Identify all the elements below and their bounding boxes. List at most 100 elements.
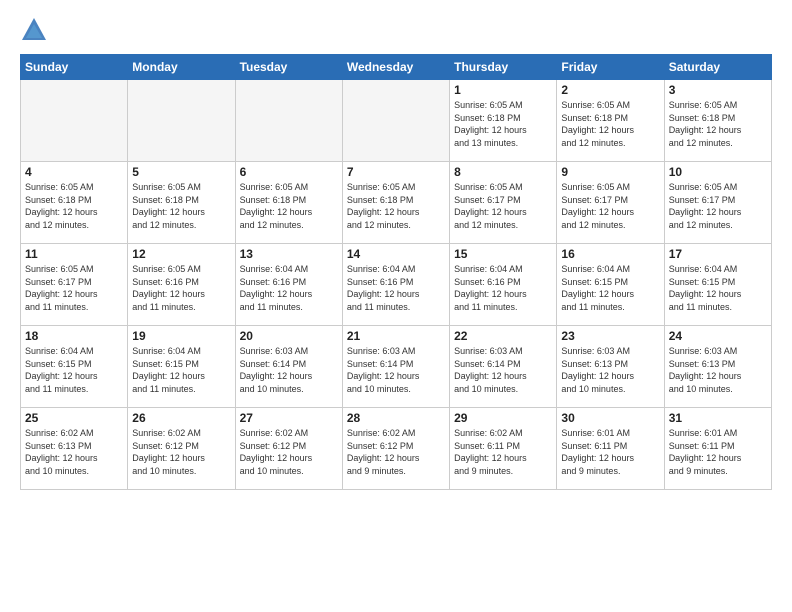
cell-info: Sunrise: 6:04 AM Sunset: 6:16 PM Dayligh… xyxy=(347,263,445,313)
day-number: 26 xyxy=(132,411,230,425)
day-number: 25 xyxy=(25,411,123,425)
weekday-header-tuesday: Tuesday xyxy=(235,55,342,80)
cell-info: Sunrise: 6:02 AM Sunset: 6:12 PM Dayligh… xyxy=(347,427,445,477)
day-number: 24 xyxy=(669,329,767,343)
page: SundayMondayTuesdayWednesdayThursdayFrid… xyxy=(0,0,792,612)
day-number: 17 xyxy=(669,247,767,261)
cell-info: Sunrise: 6:05 AM Sunset: 6:18 PM Dayligh… xyxy=(669,99,767,149)
calendar-cell: 8 Sunrise: 6:05 AM Sunset: 6:17 PM Daylig… xyxy=(450,162,557,244)
day-number: 21 xyxy=(347,329,445,343)
cell-info: Sunrise: 6:03 AM Sunset: 6:13 PM Dayligh… xyxy=(669,345,767,395)
day-number: 23 xyxy=(561,329,659,343)
week-row-1: 1 Sunrise: 6:05 AM Sunset: 6:18 PM Daylig… xyxy=(21,80,772,162)
cell-info: Sunrise: 6:04 AM Sunset: 6:16 PM Dayligh… xyxy=(240,263,338,313)
day-number: 7 xyxy=(347,165,445,179)
calendar-cell: 21 Sunrise: 6:03 AM Sunset: 6:14 PM Dayli… xyxy=(342,326,449,408)
cell-info: Sunrise: 6:04 AM Sunset: 6:15 PM Dayligh… xyxy=(132,345,230,395)
cell-info: Sunrise: 6:04 AM Sunset: 6:15 PM Dayligh… xyxy=(561,263,659,313)
calendar-cell xyxy=(342,80,449,162)
cell-info: Sunrise: 6:05 AM Sunset: 6:18 PM Dayligh… xyxy=(454,99,552,149)
day-number: 5 xyxy=(132,165,230,179)
weekday-header-friday: Friday xyxy=(557,55,664,80)
calendar-cell: 6 Sunrise: 6:05 AM Sunset: 6:18 PM Daylig… xyxy=(235,162,342,244)
day-number: 28 xyxy=(347,411,445,425)
cell-info: Sunrise: 6:01 AM Sunset: 6:11 PM Dayligh… xyxy=(669,427,767,477)
day-number: 18 xyxy=(25,329,123,343)
calendar-cell: 10Sunrise: 6:05 AM Sunset: 6:17 PM Dayli… xyxy=(664,162,771,244)
calendar-cell: 23 Sunrise: 6:03 AM Sunset: 6:13 PM Dayli… xyxy=(557,326,664,408)
cell-info: Sunrise: 6:05 AM Sunset: 6:18 PM Dayligh… xyxy=(561,99,659,149)
weekday-header-wednesday: Wednesday xyxy=(342,55,449,80)
calendar-cell: 27Sunrise: 6:02 AM Sunset: 6:12 PM Dayli… xyxy=(235,408,342,490)
calendar-cell: 26 Sunrise: 6:02 AM Sunset: 6:12 PM Dayli… xyxy=(128,408,235,490)
day-number: 12 xyxy=(132,247,230,261)
calendar-cell: 5 Sunrise: 6:05 AM Sunset: 6:18 PM Daylig… xyxy=(128,162,235,244)
calendar-cell: 7Sunrise: 6:05 AM Sunset: 6:18 PM Daylig… xyxy=(342,162,449,244)
calendar-cell xyxy=(128,80,235,162)
calendar-cell: 13 Sunrise: 6:04 AM Sunset: 6:16 PM Dayli… xyxy=(235,244,342,326)
week-row-3: 11Sunrise: 6:05 AM Sunset: 6:17 PM Dayli… xyxy=(21,244,772,326)
day-number: 29 xyxy=(454,411,552,425)
cell-info: Sunrise: 6:05 AM Sunset: 6:18 PM Dayligh… xyxy=(132,181,230,231)
calendar-cell: 12Sunrise: 6:05 AM Sunset: 6:16 PM Dayli… xyxy=(128,244,235,326)
calendar-cell: 16 Sunrise: 6:04 AM Sunset: 6:15 PM Dayli… xyxy=(557,244,664,326)
day-number: 9 xyxy=(561,165,659,179)
calendar-cell: 15Sunrise: 6:04 AM Sunset: 6:16 PM Dayli… xyxy=(450,244,557,326)
cell-info: Sunrise: 6:03 AM Sunset: 6:14 PM Dayligh… xyxy=(240,345,338,395)
cell-info: Sunrise: 6:04 AM Sunset: 6:15 PM Dayligh… xyxy=(25,345,123,395)
weekday-header-sunday: Sunday xyxy=(21,55,128,80)
day-number: 1 xyxy=(454,83,552,97)
day-number: 20 xyxy=(240,329,338,343)
logo xyxy=(20,16,52,44)
calendar-cell: 2 Sunrise: 6:05 AM Sunset: 6:18 PM Daylig… xyxy=(557,80,664,162)
cell-info: Sunrise: 6:05 AM Sunset: 6:18 PM Dayligh… xyxy=(25,181,123,231)
calendar-cell: 31 Sunrise: 6:01 AM Sunset: 6:11 PM Dayli… xyxy=(664,408,771,490)
calendar-cell: 17 Sunrise: 6:04 AM Sunset: 6:15 PM Dayli… xyxy=(664,244,771,326)
calendar-cell: 25Sunrise: 6:02 AM Sunset: 6:13 PM Dayli… xyxy=(21,408,128,490)
day-number: 8 xyxy=(454,165,552,179)
cell-info: Sunrise: 6:02 AM Sunset: 6:11 PM Dayligh… xyxy=(454,427,552,477)
day-number: 15 xyxy=(454,247,552,261)
weekday-header-row: SundayMondayTuesdayWednesdayThursdayFrid… xyxy=(21,55,772,80)
cell-info: Sunrise: 6:01 AM Sunset: 6:11 PM Dayligh… xyxy=(561,427,659,477)
calendar-cell: 20 Sunrise: 6:03 AM Sunset: 6:14 PM Dayli… xyxy=(235,326,342,408)
day-number: 6 xyxy=(240,165,338,179)
calendar-cell: 29 Sunrise: 6:02 AM Sunset: 6:11 PM Dayli… xyxy=(450,408,557,490)
calendar-cell: 3Sunrise: 6:05 AM Sunset: 6:18 PM Daylig… xyxy=(664,80,771,162)
week-row-5: 25Sunrise: 6:02 AM Sunset: 6:13 PM Dayli… xyxy=(21,408,772,490)
day-number: 11 xyxy=(25,247,123,261)
weekday-header-monday: Monday xyxy=(128,55,235,80)
cell-info: Sunrise: 6:04 AM Sunset: 6:15 PM Dayligh… xyxy=(669,263,767,313)
day-number: 19 xyxy=(132,329,230,343)
cell-info: Sunrise: 6:03 AM Sunset: 6:14 PM Dayligh… xyxy=(347,345,445,395)
cell-info: Sunrise: 6:05 AM Sunset: 6:17 PM Dayligh… xyxy=(561,181,659,231)
cell-info: Sunrise: 6:05 AM Sunset: 6:17 PM Dayligh… xyxy=(454,181,552,231)
weekday-header-thursday: Thursday xyxy=(450,55,557,80)
calendar-cell: 28 Sunrise: 6:02 AM Sunset: 6:12 PM Dayli… xyxy=(342,408,449,490)
week-row-4: 18 Sunrise: 6:04 AM Sunset: 6:15 PM Dayli… xyxy=(21,326,772,408)
logo-icon xyxy=(20,16,48,44)
day-number: 13 xyxy=(240,247,338,261)
cell-info: Sunrise: 6:02 AM Sunset: 6:12 PM Dayligh… xyxy=(132,427,230,477)
weekday-header-saturday: Saturday xyxy=(664,55,771,80)
calendar-cell: 4 Sunrise: 6:05 AM Sunset: 6:18 PM Daylig… xyxy=(21,162,128,244)
day-number: 4 xyxy=(25,165,123,179)
calendar-cell xyxy=(235,80,342,162)
day-number: 31 xyxy=(669,411,767,425)
day-number: 27 xyxy=(240,411,338,425)
calendar-cell: 9 Sunrise: 6:05 AM Sunset: 6:17 PM Daylig… xyxy=(557,162,664,244)
calendar-cell: 14 Sunrise: 6:04 AM Sunset: 6:16 PM Dayli… xyxy=(342,244,449,326)
calendar-cell: 11Sunrise: 6:05 AM Sunset: 6:17 PM Dayli… xyxy=(21,244,128,326)
calendar-cell: 1 Sunrise: 6:05 AM Sunset: 6:18 PM Daylig… xyxy=(450,80,557,162)
day-number: 10 xyxy=(669,165,767,179)
day-number: 2 xyxy=(561,83,659,97)
day-number: 22 xyxy=(454,329,552,343)
cell-info: Sunrise: 6:03 AM Sunset: 6:13 PM Dayligh… xyxy=(561,345,659,395)
header xyxy=(20,16,772,44)
cell-info: Sunrise: 6:05 AM Sunset: 6:18 PM Dayligh… xyxy=(240,181,338,231)
calendar-cell xyxy=(21,80,128,162)
calendar: SundayMondayTuesdayWednesdayThursdayFrid… xyxy=(20,54,772,490)
day-number: 14 xyxy=(347,247,445,261)
calendar-cell: 18 Sunrise: 6:04 AM Sunset: 6:15 PM Dayli… xyxy=(21,326,128,408)
day-number: 16 xyxy=(561,247,659,261)
